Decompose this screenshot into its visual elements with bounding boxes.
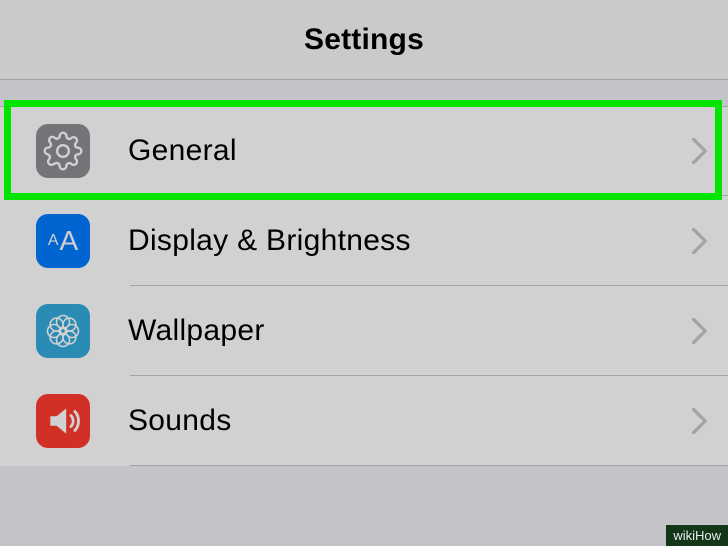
row-label: Sounds	[128, 404, 692, 438]
row-label: General	[128, 134, 692, 168]
settings-row-wallpaper[interactable]: Wallpaper	[0, 286, 728, 376]
settings-row-sounds[interactable]: Sounds	[0, 376, 728, 466]
row-divider	[130, 195, 728, 196]
settings-list: General AA Display & Brightness	[0, 106, 728, 466]
chevron-right-icon	[692, 138, 708, 164]
section-gap	[0, 80, 728, 106]
settings-row-display-brightness[interactable]: AA Display & Brightness	[0, 196, 728, 286]
flower-icon	[36, 304, 90, 358]
chevron-right-icon	[692, 408, 708, 434]
text-size-icon: AA	[36, 214, 90, 268]
watermark: wikiHow	[666, 525, 728, 546]
row-label: Display & Brightness	[128, 224, 692, 258]
row-divider	[130, 465, 728, 466]
row-label: Wallpaper	[128, 314, 692, 348]
gear-icon	[36, 124, 90, 178]
settings-header: Settings	[0, 0, 728, 80]
speaker-icon	[36, 394, 90, 448]
chevron-right-icon	[692, 318, 708, 344]
settings-row-general[interactable]: General	[0, 106, 728, 196]
chevron-right-icon	[692, 228, 708, 254]
page-title: Settings	[304, 23, 424, 57]
